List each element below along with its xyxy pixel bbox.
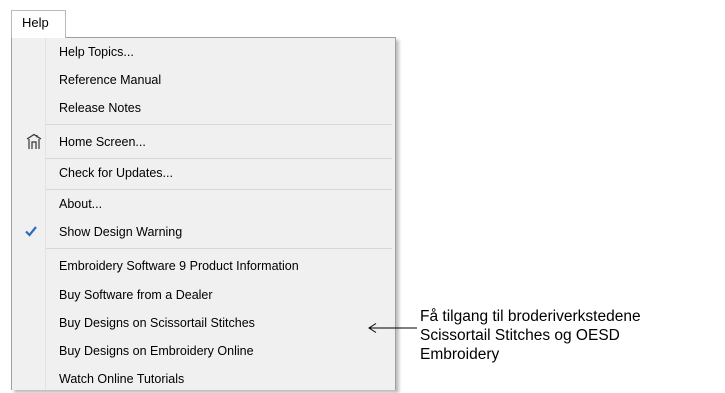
callout-annotation: Få tilgang til broderiverkstedene Scisso… — [420, 307, 641, 364]
menu-item-label: Buy Software from a Dealer — [59, 288, 213, 302]
menu-item-label: Embroidery Software 9 Product Informatio… — [59, 259, 299, 273]
menu-item-watch-online-tutorials[interactable]: Watch Online Tutorials — [13, 365, 393, 393]
menu-item-label: Show Design Warning — [59, 225, 183, 239]
menu-item-check-for-updates[interactable]: Check for Updates... — [13, 159, 393, 187]
menu-separator — [46, 124, 392, 125]
menu-separator — [46, 248, 392, 249]
home-screen-icon — [25, 133, 43, 154]
menu-item-label: Check for Updates... — [59, 166, 173, 180]
checkmark-icon — [24, 225, 38, 240]
annotation-line: Embroidery — [420, 346, 500, 363]
menu-item-buy-designs-scissortail[interactable]: Buy Designs on Scissortail Stitches — [13, 309, 393, 337]
help-dropdown-menu: Help Topics... Reference Manual Release … — [11, 37, 396, 390]
menu-item-label: Release Notes — [59, 101, 141, 115]
menu-item-buy-software-dealer[interactable]: Buy Software from a Dealer — [13, 281, 393, 309]
menu-item-label: Help Topics... — [59, 45, 134, 59]
menu-item-label: About... — [59, 197, 103, 211]
help-menu-label: Help — [22, 15, 49, 30]
menu-item-about[interactable]: About... — [13, 190, 393, 218]
menu-item-label: Home Screen... — [59, 135, 146, 149]
menu-item-buy-designs-embroidery-online[interactable]: Buy Designs on Embroidery Online — [13, 337, 393, 365]
menu-item-release-notes[interactable]: Release Notes — [13, 94, 393, 122]
menu-item-help-topics[interactable]: Help Topics... — [13, 38, 393, 66]
menu-item-reference-manual[interactable]: Reference Manual — [13, 66, 393, 94]
menu-item-label: Watch Online Tutorials — [59, 372, 185, 386]
menu-item-label: Buy Designs on Embroidery Online — [59, 344, 254, 358]
help-menu-tab[interactable]: Help — [11, 10, 66, 38]
annotation-line: Få tilgang til broderiverkstedene — [420, 308, 641, 325]
menu-item-label: Reference Manual — [59, 73, 162, 87]
menu-item-show-design-warning[interactable]: Show Design Warning — [13, 218, 393, 246]
menu-item-label: Buy Designs on Scissortail Stitches — [59, 316, 255, 330]
menu-item-product-information[interactable]: Embroidery Software 9 Product Informatio… — [13, 252, 393, 280]
annotation-line: Scissortail Stitches og OESD — [420, 327, 620, 344]
menu-item-home-screen[interactable]: Home Screen... — [13, 128, 393, 156]
callout-arrow-icon — [368, 323, 417, 333]
